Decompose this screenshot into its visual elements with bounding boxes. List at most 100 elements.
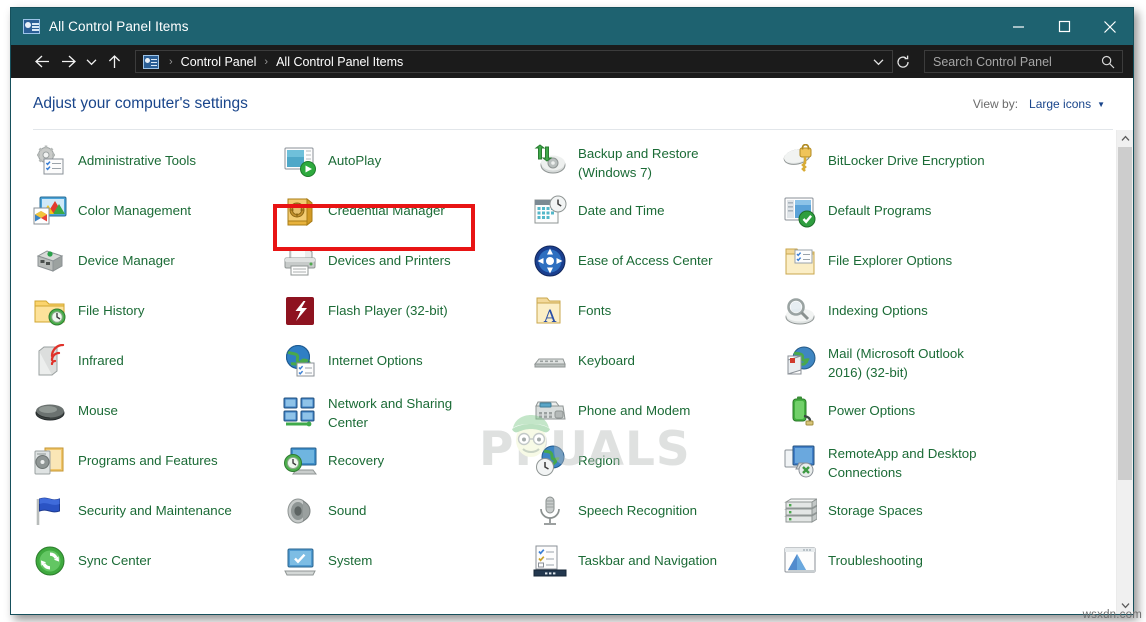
mouse-icon: [33, 394, 67, 428]
fonts-icon: A: [533, 294, 567, 328]
control-panel-item-administrative-tools[interactable]: Administrative Tools: [33, 144, 271, 178]
breadcrumb-bar[interactable]: › Control Panel › All Control Panel Item…: [135, 50, 893, 73]
maximize-button[interactable]: [1041, 8, 1087, 45]
remoteapp-icon: [783, 444, 817, 478]
address-bar: › Control Panel › All Control Panel Item…: [11, 45, 1133, 78]
item-label: Sound: [328, 494, 366, 520]
view-by-value[interactable]: Large icons: [1029, 97, 1091, 111]
view-by-control[interactable]: View by: Large icons ▼: [973, 97, 1105, 111]
control-panel-item-autoplay[interactable]: AutoPlay: [283, 144, 521, 178]
control-panel-item-infrared[interactable]: Infrared: [33, 344, 271, 378]
control-panel-item-indexing-options[interactable]: Indexing Options: [783, 294, 1021, 328]
item-label: Administrative Tools: [78, 144, 196, 170]
up-button[interactable]: [101, 49, 127, 75]
file-explorer-options-icon: [783, 244, 817, 278]
sync-center-icon: [33, 544, 67, 578]
scroll-up-button[interactable]: [1117, 130, 1133, 147]
control-panel-item-speech-recognition[interactable]: Speech Recognition: [533, 494, 771, 528]
control-panel-item-backup-and-restore-windows-7[interactable]: Backup and Restore (Windows 7): [533, 144, 771, 182]
breadcrumb-all-items[interactable]: All Control Panel Items: [273, 55, 868, 69]
item-label: Troubleshooting: [828, 544, 923, 570]
speech-recognition-icon: [533, 494, 567, 528]
control-panel-item-recovery[interactable]: Recovery: [283, 444, 521, 478]
control-panel-item-mail-microsoft-outlook-2016-32-bit[interactable]: Mail (Microsoft Outlook 2016) (32-bit): [783, 344, 1021, 382]
control-panel-item-remoteapp-and-desktop-connections[interactable]: RemoteApp and Desktop Connections: [783, 444, 1021, 482]
control-panel-item-sound[interactable]: Sound: [283, 494, 521, 528]
minimize-button[interactable]: [995, 8, 1041, 45]
control-panel-item-file-explorer-options[interactable]: File Explorer Options: [783, 244, 1021, 278]
control-panel-item-storage-spaces[interactable]: Storage Spaces: [783, 494, 1021, 528]
control-panel-item-programs-and-features[interactable]: Programs and Features: [33, 444, 271, 478]
control-panel-item-network-and-sharing-center[interactable]: Network and Sharing Center: [283, 394, 521, 432]
item-label: Default Programs: [828, 194, 931, 220]
control-panel-item-keyboard[interactable]: Keyboard: [533, 344, 771, 378]
item-label: Programs and Features: [78, 444, 218, 470]
item-label: Mouse: [78, 394, 118, 420]
control-panel-item-devices-and-printers[interactable]: Devices and Printers: [283, 244, 521, 278]
control-panel-item-device-manager[interactable]: Device Manager: [33, 244, 271, 278]
administrative-tools-icon: [33, 144, 67, 178]
device-manager-icon: [33, 244, 67, 278]
scrollbar-thumb[interactable]: [1118, 147, 1132, 480]
programs-features-icon: [33, 444, 67, 478]
control-panel-item-sync-center[interactable]: Sync Center: [33, 544, 271, 578]
control-panel-item-troubleshooting[interactable]: Troubleshooting: [783, 544, 1021, 578]
control-panel-item-mouse[interactable]: Mouse: [33, 394, 271, 428]
autoplay-icon: [283, 144, 317, 178]
item-label: File History: [78, 294, 145, 320]
item-label: Region: [578, 444, 620, 470]
item-label: BitLocker Drive Encryption: [828, 144, 985, 170]
forward-button[interactable]: [55, 49, 81, 75]
item-label: Fonts: [578, 294, 611, 320]
system-icon: [283, 544, 317, 578]
control-panel-item-default-programs[interactable]: Default Programs: [783, 194, 1021, 228]
control-panel-item-taskbar-and-navigation[interactable]: Taskbar and Navigation: [533, 544, 771, 578]
control-panel-item-credential-manager[interactable]: Credential Manager: [283, 194, 521, 228]
item-label: Network and Sharing Center: [328, 394, 452, 432]
recent-locations-button[interactable]: [81, 49, 101, 75]
vertical-scrollbar[interactable]: [1116, 130, 1133, 614]
window-controls: [995, 8, 1133, 45]
control-panel-item-region[interactable]: Region: [533, 444, 771, 478]
chevron-down-icon[interactable]: [868, 51, 888, 73]
refresh-icon[interactable]: [893, 51, 913, 73]
control-panel-item-flash-player-32-bit[interactable]: Flash Player (32-bit): [283, 294, 521, 328]
color-management-icon: [33, 194, 67, 228]
control-panel-item-file-history[interactable]: File History: [33, 294, 271, 328]
control-panel-item-fonts[interactable]: A Fonts: [533, 294, 771, 328]
item-label: Infrared: [78, 344, 124, 370]
control-panel-item-internet-options[interactable]: Internet Options: [283, 344, 521, 378]
control-panel-icon: [23, 19, 40, 34]
item-label: Sync Center: [78, 544, 151, 570]
chevron-down-icon[interactable]: ▼: [1097, 100, 1105, 109]
control-panel-item-bitlocker-drive-encryption[interactable]: BitLocker Drive Encryption: [783, 144, 1021, 178]
control-panel-item-color-management[interactable]: Color Management: [33, 194, 271, 228]
credential-manager-icon: [283, 194, 317, 228]
control-panel-item-power-options[interactable]: Power Options: [783, 394, 1021, 428]
search-input[interactable]: Search Control Panel: [925, 55, 1101, 69]
item-label: Keyboard: [578, 344, 635, 370]
control-panel-item-ease-of-access-center[interactable]: Ease of Access Center: [533, 244, 771, 278]
content-header: Adjust your computer's settings View by:…: [11, 78, 1133, 130]
troubleshooting-icon: [783, 544, 817, 578]
infrared-icon: [33, 344, 67, 378]
control-panel-item-date-and-time[interactable]: Date and Time: [533, 194, 771, 228]
ease-of-access-icon: [533, 244, 567, 278]
search-box[interactable]: Search Control Panel: [924, 50, 1123, 73]
breadcrumb-control-panel[interactable]: Control Panel: [178, 55, 260, 69]
control-panel-item-phone-and-modem[interactable]: Phone and Modem: [533, 394, 771, 428]
search-icon[interactable]: [1101, 55, 1122, 69]
item-label: Ease of Access Center: [578, 244, 713, 270]
item-label: Backup and Restore (Windows 7): [578, 144, 698, 182]
bitlocker-icon: [783, 144, 817, 178]
scrollbar-track[interactable]: [1117, 147, 1133, 597]
flash-player-icon: [283, 294, 317, 328]
control-panel-item-system[interactable]: System: [283, 544, 521, 578]
control-panel-item-security-and-maintenance[interactable]: Security and Maintenance: [33, 494, 271, 528]
item-label: Flash Player (32-bit): [328, 294, 448, 320]
close-button[interactable]: [1087, 8, 1133, 45]
items-scroll-region: Administrative Tools Color Management Devi…: [11, 130, 1133, 614]
control-panel-items-grid: Administrative Tools Color Management Devi…: [33, 144, 1116, 614]
back-button[interactable]: [29, 49, 55, 75]
phone-modem-icon: [533, 394, 567, 428]
